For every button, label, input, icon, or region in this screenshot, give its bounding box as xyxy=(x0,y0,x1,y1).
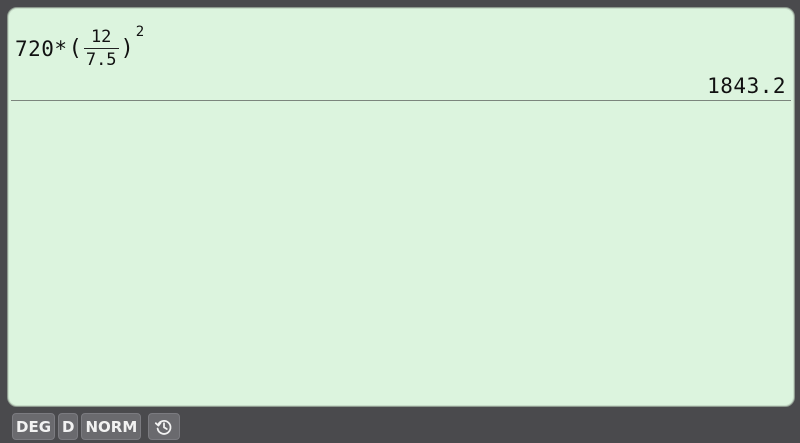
expression-line: 720* ( 12 7.5 ) 2 xyxy=(15,24,144,74)
fraction-denominator: 7.5 xyxy=(85,50,117,70)
calculator-display[interactable]: 720* ( 12 7.5 ) 2 1843.2 xyxy=(7,7,795,407)
open-paren: ( xyxy=(68,36,82,61)
d-mode-indicator[interactable]: D xyxy=(58,413,79,440)
fraction-numerator: 12 xyxy=(90,27,112,47)
history-button[interactable] xyxy=(148,413,181,440)
exponent: 2 xyxy=(135,24,145,40)
entry-divider xyxy=(11,100,791,101)
angle-mode-indicator[interactable]: DEG xyxy=(12,413,56,440)
history-icon xyxy=(154,417,174,437)
close-paren: ) xyxy=(120,36,134,61)
expression-multiplier: 720* xyxy=(15,36,68,61)
calculator-window: 720* ( 12 7.5 ) 2 1843.2 DEG D NORM xyxy=(0,0,800,443)
status-bar: DEG D NORM xyxy=(0,410,800,443)
fraction: 12 7.5 xyxy=(83,27,119,70)
result-value: 1843.2 xyxy=(707,74,786,98)
display-mode-indicator[interactable]: NORM xyxy=(81,413,142,440)
